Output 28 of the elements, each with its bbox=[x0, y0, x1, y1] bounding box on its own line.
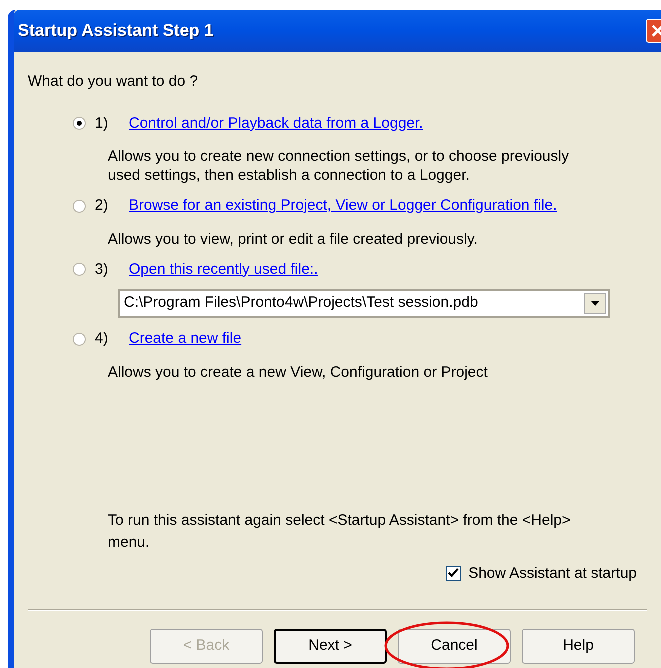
option-description: Allows you to create new connection settings, or to choose previously used settings, then establish a connection to a Logger. bbox=[108, 147, 570, 185]
dialog-button[interactable]: Help bbox=[522, 629, 635, 664]
option-number: 2) bbox=[95, 196, 110, 216]
checkbox[interactable] bbox=[446, 566, 461, 582]
option-link[interactable]: Create a new file bbox=[129, 328, 242, 350]
option-link[interactable]: Open this recently used file:. bbox=[129, 258, 318, 281]
dialog-button[interactable]: Cancel bbox=[398, 629, 511, 664]
file-combo-box[interactable]: C:\Program Files\Pronto4w\Projects\Test session.pdb bbox=[118, 289, 610, 318]
dialog-button[interactable]: Next > bbox=[274, 629, 387, 664]
radio-button[interactable] bbox=[73, 200, 86, 213]
option-number: 1) bbox=[95, 114, 110, 134]
option-description: Allows you to view, print or edit a file created previously. bbox=[108, 230, 479, 248]
window-title: Startup Assistant Step 1 bbox=[18, 20, 214, 42]
prompt-text: What do you want to do ? bbox=[28, 72, 200, 92]
checkbox-label: Show Assistant at startup bbox=[468, 564, 637, 584]
option-number: 4) bbox=[95, 329, 110, 349]
dropdown-button[interactable] bbox=[584, 293, 606, 314]
close-icon bbox=[651, 24, 661, 38]
option-number: 3) bbox=[95, 260, 110, 280]
option-description: Allows you to create a new View, Configuration or Project bbox=[108, 362, 489, 382]
caret-icon bbox=[590, 301, 600, 306]
radio-button[interactable] bbox=[73, 117, 86, 130]
hint-text: To run this assistant again select <Startup Assistant> from the <Help> menu. bbox=[108, 510, 572, 552]
radio-button[interactable] bbox=[73, 332, 86, 346]
option-link[interactable]: Browse for an existing Project, View or Logger Configuration file. bbox=[129, 195, 558, 218]
radio-button[interactable] bbox=[73, 263, 86, 276]
option-link[interactable]: Control and/or Playback data from a Logger. bbox=[129, 112, 424, 135]
combo-value: C:\Program Files\Pronto4w\Projects\Test session.pdb bbox=[124, 293, 478, 314]
